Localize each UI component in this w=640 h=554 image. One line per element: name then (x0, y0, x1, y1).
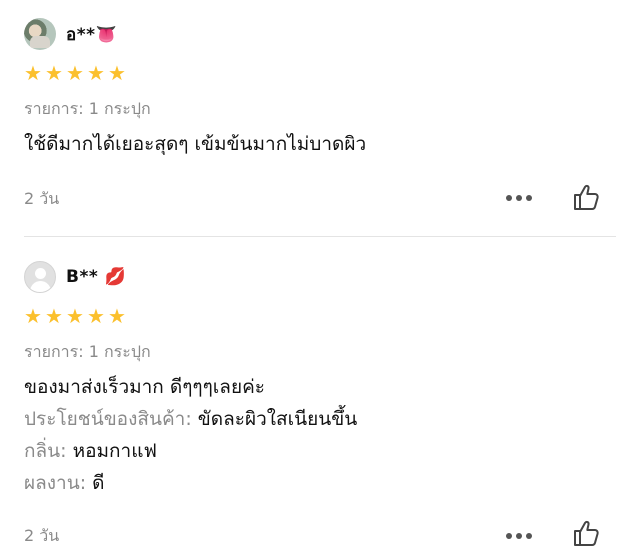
reviewer-name: B** 💋 (66, 267, 127, 287)
star-icon: ★ (87, 304, 105, 328)
attribute-value: ขัดละผิวใสเนียนขึ้น (197, 408, 358, 430)
star-icon: ★ (24, 304, 42, 328)
star-icon: ★ (45, 61, 63, 85)
review-content: ของมาส่งเร็วมาก ดีๆๆๆเลยค่ะ ประโยชน์ของส… (24, 371, 357, 499)
review-text-line: ใช้ดีมากได้เยอะสุดๆ เข้มข้นมากไม่บาดผิว (24, 128, 366, 160)
star-rating: ★ ★ ★ ★ ★ (24, 304, 127, 328)
review-header: B** 💋 (24, 261, 126, 293)
purchased-variant: รายการ: 1 กระปุก (24, 99, 151, 118)
review-attribute-scent: กลิ่น: หอมกาแฟ (24, 435, 357, 467)
thumbs-up-icon[interactable] (570, 181, 602, 213)
review-header: อ**👅 (24, 18, 117, 50)
avatar[interactable] (24, 261, 56, 293)
purchased-variant: รายการ: 1 กระปุก (24, 342, 151, 361)
review-card: อ**👅 ★ ★ ★ ★ ★ รายการ: 1 กระปุก ใช้ดีมาก… (0, 0, 640, 236)
star-rating: ★ ★ ★ ★ ★ (24, 61, 127, 85)
attribute-label: ประโยชน์ของสินค้า: (24, 408, 198, 430)
review-date: 2 วัน (24, 526, 60, 545)
star-icon: ★ (24, 61, 42, 85)
review-attribute-benefit: ประโยชน์ของสินค้า: ขัดละผิวใสเนียนขึ้น (24, 403, 357, 435)
reviewer-name: อ**👅 (66, 24, 118, 45)
star-icon: ★ (45, 304, 63, 328)
review-content: ใช้ดีมากได้เยอะสุดๆ เข้มข้นมากไม่บาดผิว (24, 128, 366, 160)
review-text: ใช้ดีมากได้เยอะสุดๆ เข้มข้นมากไม่บาดผิว (24, 133, 367, 155)
attribute-label: ผลงาน: (24, 472, 93, 494)
attribute-value: ดี (92, 472, 105, 494)
review-text: ของมาส่งเร็วมาก ดีๆๆๆเลยค่ะ (24, 376, 265, 398)
star-icon: ★ (108, 61, 126, 85)
more-options-icon[interactable] (506, 531, 536, 541)
star-icon: ★ (87, 61, 105, 85)
star-icon: ★ (66, 304, 84, 328)
star-icon: ★ (66, 61, 84, 85)
avatar[interactable] (24, 18, 56, 50)
attribute-value: หอมกาแฟ (72, 440, 157, 462)
review-card: B** 💋 ★ ★ ★ ★ ★ รายการ: 1 กระปุก ของมาส่… (0, 237, 640, 554)
review-attribute-result: ผลงาน: ดี (24, 467, 357, 499)
review-date: 2 วัน (24, 189, 60, 208)
thumbs-up-icon[interactable] (570, 517, 602, 549)
more-options-icon[interactable] (506, 193, 536, 203)
review-text-line: ของมาส่งเร็วมาก ดีๆๆๆเลยค่ะ (24, 371, 357, 403)
attribute-label: กลิ่น: (24, 440, 73, 462)
star-icon: ★ (108, 304, 126, 328)
